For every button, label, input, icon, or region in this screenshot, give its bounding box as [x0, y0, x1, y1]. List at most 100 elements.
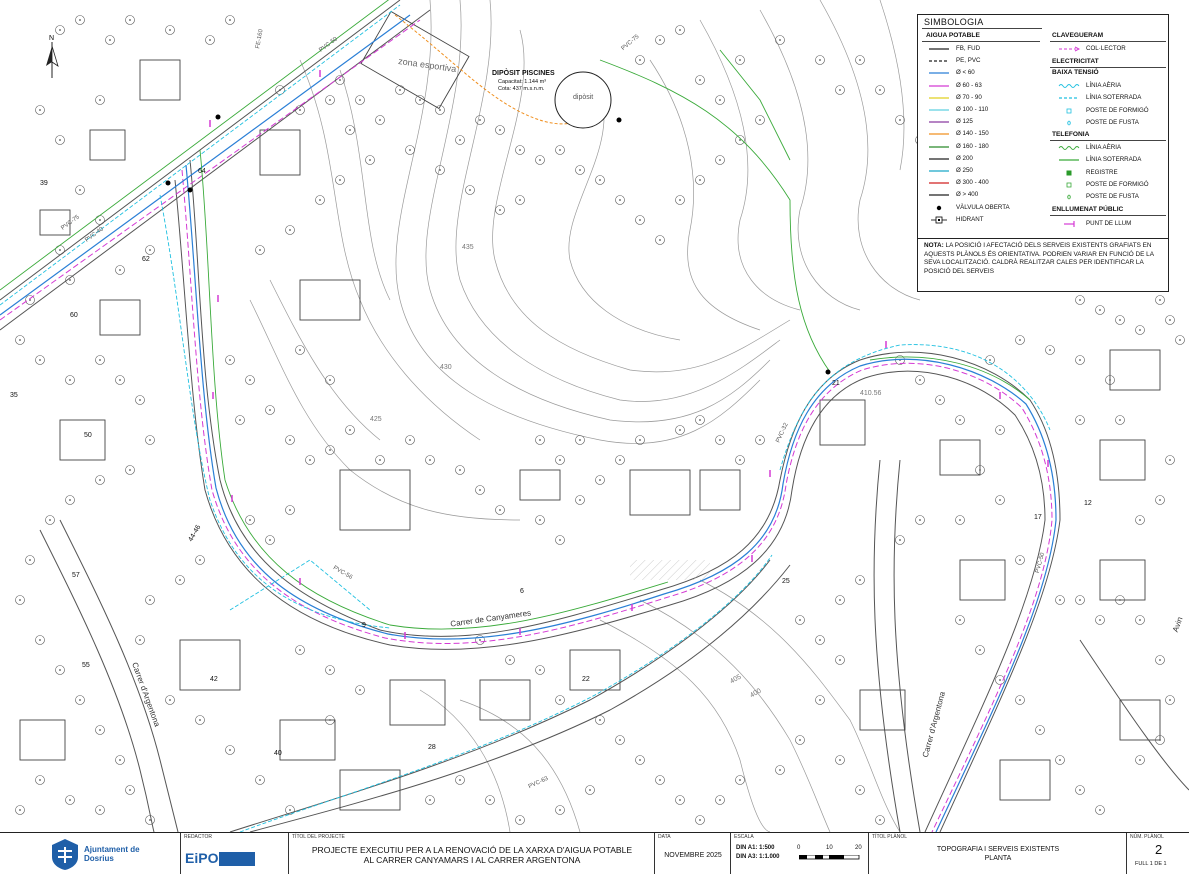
date-value: NOVEMBRE 2025 [664, 852, 722, 859]
tree-center [739, 779, 741, 781]
tree-center [329, 379, 331, 381]
tree-center [469, 189, 471, 191]
tree-center [999, 429, 1001, 431]
legend-water-label: Ø 70 - 90 [956, 93, 982, 101]
tree-center [399, 89, 401, 91]
legend-electric-label: POSTE DE FORMIGÓ [1086, 106, 1149, 114]
tree-center [79, 699, 81, 701]
tree-center [59, 669, 61, 671]
plot-number: 6 [520, 588, 524, 595]
tree-center [349, 129, 351, 131]
legend-water-label: Ø 140 - 150 [956, 130, 989, 138]
tree-center [639, 759, 641, 761]
tree-center [369, 159, 371, 161]
tree-center [259, 249, 261, 251]
tree-center [299, 349, 301, 351]
tree-center [959, 419, 961, 421]
plot-number: 62 [142, 256, 150, 263]
tree-center [679, 29, 681, 31]
tree-center [1059, 759, 1061, 761]
tree-center [679, 429, 681, 431]
tree-center [989, 359, 991, 361]
legend-water-heading: AIGUA POTABLE [926, 32, 980, 39]
tree-center [1119, 319, 1121, 321]
scale-bar [799, 855, 860, 860]
tree-center [559, 809, 561, 811]
tree-center [29, 559, 31, 561]
scale-cell: ESCALA DIN A1: 1:500 DIN A3: 1:1.000 0 1… [730, 833, 868, 874]
tank-capacity: Capacitat: 1.144 m³ [498, 79, 546, 85]
plot-number: 60 [70, 312, 78, 319]
tree-center [29, 299, 31, 301]
tree-center [119, 379, 121, 381]
tree-center [1099, 619, 1101, 621]
contour-label: 425 [370, 416, 382, 423]
project-title-cell: TÍTOL DEL PROJECTE PROJECTE EXECUTIU PER… [288, 833, 654, 874]
tree-center [99, 479, 101, 481]
legend-water-label: Ø 125 [956, 118, 973, 126]
tree-center [299, 109, 301, 111]
plan-title-line2: PLANTA [984, 855, 1012, 862]
scale-tick: 10 [826, 845, 833, 851]
tree-center [239, 419, 241, 421]
tree-center [289, 439, 291, 441]
tree-center [379, 119, 381, 121]
legend-water-label: Ø 60 - 63 [956, 81, 982, 89]
plot-number: 17 [1034, 514, 1042, 521]
tree-center [1159, 659, 1161, 661]
tree-center [1039, 729, 1041, 731]
hatched-area [630, 560, 710, 580]
tree-center [139, 399, 141, 401]
tree-center [1099, 809, 1101, 811]
legend-water-label: Ø > 400 [956, 191, 979, 199]
tree-center [429, 799, 431, 801]
tree-center [69, 799, 71, 801]
tree-center [1019, 699, 1021, 701]
tree-center [579, 499, 581, 501]
note-box: NOTA: LA POSICIÓ I AFECTACIÓ DELS SERVEI… [917, 238, 1169, 292]
tree-center [439, 169, 441, 171]
plot-number: 12 [1084, 500, 1092, 507]
tree-center [309, 459, 311, 461]
tree-center [799, 619, 801, 621]
legend-water-label: HIDRANT [956, 215, 984, 223]
tree-center [1109, 379, 1111, 381]
tree-center [149, 439, 151, 441]
tree-center [139, 639, 141, 641]
tree-center [959, 619, 961, 621]
tree-center [639, 59, 641, 61]
tree-center [539, 519, 541, 521]
tree-center [1169, 459, 1171, 461]
tree-center [1169, 319, 1171, 321]
tree-center [209, 39, 211, 41]
tree-center [329, 99, 331, 101]
tree-center [519, 819, 521, 821]
plot-number: 39 [40, 180, 48, 187]
tree-center [859, 59, 861, 61]
project-label: TÍTOL DEL PROJECTE [292, 834, 345, 840]
tree-center [259, 779, 261, 781]
tree-center [179, 579, 181, 581]
legend-water-label: VÀLVULA OBERTA [956, 203, 1010, 211]
contour-label: 435 [462, 244, 474, 251]
logo-text: Ajuntament de Dosrius [84, 845, 140, 863]
tank-title: DIPÒSIT PISCINES [492, 70, 555, 77]
tree-center [459, 139, 461, 141]
legend-sewer-heading: CLAVEGUERAM [1052, 32, 1104, 39]
tree-center [39, 639, 41, 641]
tree-center [639, 439, 641, 441]
tree-center [519, 149, 521, 151]
tree-center [489, 799, 491, 801]
tree-center [1139, 329, 1141, 331]
tree-center [559, 149, 561, 151]
tree-center [819, 699, 821, 701]
tree-center [539, 159, 541, 161]
tree-center [1139, 619, 1141, 621]
plot-number: 57 [72, 572, 80, 579]
tree-center [1119, 419, 1121, 421]
tree-center [579, 439, 581, 441]
legend-telecom-label: POSTE DE FUSTA [1086, 193, 1139, 201]
tree-center [1079, 599, 1081, 601]
tree-center [149, 819, 151, 821]
tree-center [479, 639, 481, 641]
